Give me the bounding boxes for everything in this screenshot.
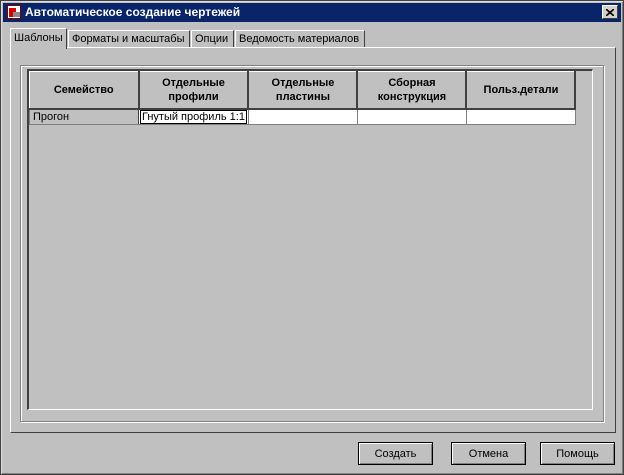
tab-options[interactable]: Опции <box>191 30 234 48</box>
custom-parts-cell[interactable] <box>465 108 576 125</box>
tab-label: Опции <box>195 33 229 45</box>
tab-label: Форматы и масштабы <box>72 33 185 45</box>
tab-label: Шаблоны <box>14 32 63 44</box>
tab-templates[interactable]: Шаблоны <box>10 28 67 49</box>
tab-label: Ведомость материалов <box>239 33 360 45</box>
row-family-cell: Прогон <box>29 108 139 125</box>
templates-frame: Семейство Отдельные профили Отдельные пл… <box>20 65 604 422</box>
cancel-button[interactable]: Отмена <box>451 442 526 465</box>
column-header-custom-parts[interactable]: Польз.детали <box>465 71 577 110</box>
close-button[interactable] <box>602 5 618 19</box>
create-button[interactable]: Создать <box>358 442 433 465</box>
column-header-assembly[interactable]: Сборная конструкция <box>356 71 468 110</box>
help-button[interactable]: Помощь <box>540 442 615 465</box>
title-bar[interactable]: Автоматическое создание чертежей <box>3 3 621 22</box>
window-title: Автоматическое создание чертежей <box>25 5 241 19</box>
table-header-row: Семейство Отдельные профили Отдельные пл… <box>29 71 577 110</box>
close-icon <box>606 8 614 16</box>
dialog-window: Автоматическое создание чертежей Шаблоны… <box>0 0 624 475</box>
app-icon <box>7 5 21 19</box>
assembly-cell[interactable] <box>356 108 467 125</box>
templates-table: Семейство Отдельные профили Отдельные пл… <box>29 71 577 125</box>
column-header-family[interactable]: Семейство <box>29 71 140 110</box>
tab-panel-templates: Семейство Отдельные профили Отдельные пл… <box>10 47 616 433</box>
column-header-profiles[interactable]: Отдельные профили <box>138 71 250 110</box>
profiles-cell[interactable]: Гнутый профиль 1:1 <box>138 108 249 125</box>
tab-formats-scales[interactable]: Форматы и масштабы <box>68 30 190 48</box>
tab-bill-of-materials[interactable]: Ведомость материалов <box>235 30 365 48</box>
plates-cell[interactable] <box>247 108 358 125</box>
column-header-plates[interactable]: Отдельные пластины <box>247 71 359 110</box>
table-row: Прогон Гнутый профиль 1:1 <box>29 108 576 125</box>
templates-grid: Семейство Отдельные профили Отдельные пл… <box>27 69 593 410</box>
